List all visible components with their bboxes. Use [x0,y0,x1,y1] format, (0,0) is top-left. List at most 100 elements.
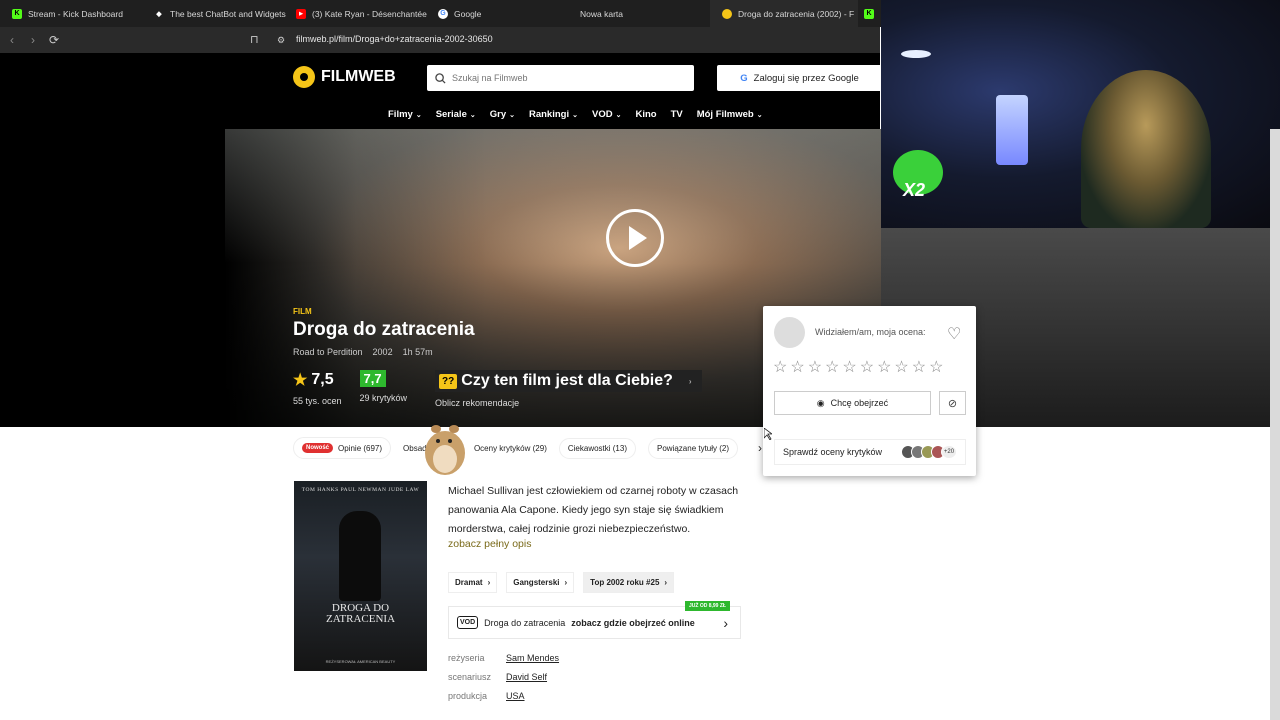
chevron-down-icon: ⌄ [415,112,422,119]
new-badge: Nowość [302,443,334,453]
more-count: +20 [941,445,957,459]
genre-tag-gangsterski[interactable]: Gangsterski › [506,572,575,593]
see-full-description-link[interactable]: zobacz pełny opis [448,538,531,550]
for-me-widget[interactable]: ?? Czy ten film jest dla Ciebie? › Oblicz … [435,370,702,408]
credit-director: reżyseria Sam Mendes [448,653,559,663]
play-icon [628,226,647,250]
kick-icon: K [12,8,22,19]
star-icon[interactable]: ☆ [877,357,891,377]
search-box[interactable] [427,65,694,91]
streamer-figure [1081,70,1211,228]
youtube-icon: ▶ [296,8,306,19]
nav-rankingi[interactable]: Rankingi ⌄ [529,109,578,120]
chevron-down-icon: ⌄ [756,112,763,119]
film-reel-icon [293,66,315,88]
credit-key: reżyseria [448,653,485,663]
want-to-watch-button[interactable]: ◉ Chcę obejrzeć [774,391,931,415]
credit-value-link[interactable]: USA [506,691,525,701]
genre-tag-dramat[interactable]: Dramat › [448,572,498,593]
tab-label: Ciekawostki (13) [567,443,627,453]
webcam-overlay: X2 [881,0,1280,228]
rating-card: Widziałem/am, moja ocena: ♡ ☆ ☆ ☆ ☆ ☆ ☆ ☆ ☆ ☆ ☆ ◉… [763,306,976,476]
for-me-sub: Oblicz rekomendacje [435,398,520,408]
duration: 1h 57m [402,347,433,357]
star-icon[interactable]: ☆ [894,357,908,377]
check-critics-button[interactable]: Sprawdź oceny krytyków +20 [774,439,966,465]
for-me-label: Czy ten film jest dla Ciebie? [461,372,673,389]
nav-tv[interactable]: TV [671,109,683,120]
star-icon[interactable]: ☆ [808,357,822,377]
star-icon[interactable]: ☆ [860,357,874,377]
film-meta: Road to Perdition 2002 1h 57m [293,347,433,357]
tab-label: Nowa karta [580,8,623,19]
filmweb-logo[interactable]: FILMWEB [293,66,396,88]
tab-kick-partial[interactable]: K [852,0,880,27]
trailer-play-button[interactable] [606,209,664,267]
vod-title: Droga do zatracenia [484,617,566,628]
back-icon[interactable]: ‹ [10,33,14,47]
star-icon[interactable]: ☆ [842,357,856,377]
star-icon[interactable]: ☆ [825,357,839,377]
diamond-icon: ◆ [156,10,162,18]
vod-price-badge: JUŻ OD 8,99 ZŁ [685,601,730,611]
tab-google[interactable]: G Google [426,0,574,27]
critics-check-label: Sprawdź oceny krytyków [783,447,883,457]
tab-powiazane[interactable]: Powiązane tytuły (2) [648,437,739,459]
poster-cast: TOM HANKS PAUL NEWMAN JUDE LAW [301,487,420,493]
scrollbar-track[interactable] [1270,129,1280,720]
star-icon[interactable]: ☆ [790,357,804,377]
address-bar: ‹ › ⟳ ⊓ ⚙ filmweb.pl/film/Droga+do+zatra… [0,27,880,53]
tab-oceny-krytykow[interactable]: Oceny krytyków (29) [474,444,547,453]
url-field[interactable]: filmweb.pl/film/Droga+do+zatracenia-2002… [296,34,493,44]
chevron-down-icon: ⌄ [615,112,622,119]
credit-key: scenariusz [448,672,492,682]
vod-link[interactable]: zobacz gdzie obejrzeć online [571,618,695,628]
google-login-button[interactable]: G Zaloguj się przez Google [717,65,882,91]
google-icon: G [438,8,448,19]
nav-kino[interactable]: Kino [635,109,656,120]
site-info-icon[interactable]: ⚙ [277,35,285,46]
nav-filmy[interactable]: Filmy ⌄ [388,109,422,120]
heart-icon[interactable]: ♡ [947,324,961,344]
tab-ciekawostki[interactable]: Ciekawostki (13) [558,437,636,459]
multiplier-text: X2 [903,180,926,200]
content-kind: FILM [293,307,312,316]
critic-avatars: +20 [901,445,957,459]
tab-opinie[interactable]: Nowość Opinie (697) [293,437,392,459]
star-icon[interactable]: ☆ [773,357,787,377]
eye-icon: ◉ [816,397,825,408]
nav-gry[interactable]: Gry ⌄ [490,109,515,120]
bookmark-icon[interactable]: ⊓ [250,33,259,46]
chevron-right-icon: › [723,614,728,631]
tab-label: (3) Kate Ryan - Désenchantée [312,8,427,19]
tab-new[interactable]: Nowa karta [568,0,716,27]
star-icon[interactable]: ☆ [912,357,926,377]
eye-off-icon: ⊘ [947,397,958,410]
tab-filmweb-active[interactable]: Droga do zatracenia (2002) - F [710,0,858,27]
credit-value-link[interactable]: David Self [506,672,547,682]
ranking-tag[interactable]: Top 2002 roku #25 › [583,572,675,593]
tab-youtube[interactable]: ▶ (3) Kate Ryan - Désenchantée [284,0,432,27]
nav-moj-filmweb[interactable]: Mój Filmweb ⌄ [697,109,763,120]
nav-seriale[interactable]: Seriale ⌄ [436,109,476,120]
genre-list: Dramat › Gangsterski › Top 2002 roku #25 › [448,572,675,593]
forward-icon[interactable]: › [31,33,35,47]
tab-kick-dashboard[interactable]: K Stream - Kick Dashboard [0,0,148,27]
search-input[interactable] [452,73,672,83]
credit-value-link[interactable]: Sam Mendes [506,653,559,663]
not-interested-button[interactable]: ⊘ [939,391,966,415]
star-icon[interactable]: ☆ [929,357,943,377]
film-poster[interactable]: TOM HANKS PAUL NEWMAN JUDE LAW DROGA DO Z… [294,481,427,671]
user-rating[interactable]: ★ 7,5 55 tys. ocen [293,370,342,408]
vod-icon: VOD [457,616,479,629]
tabs-next-button[interactable]: › [758,441,762,455]
chevron-down-icon: ⌄ [509,112,515,119]
question-badge-icon: ?? [439,373,458,389]
star-rating-input[interactable]: ☆ ☆ ☆ ☆ ☆ ☆ ☆ ☆ ☆ ☆ [773,357,943,377]
nav-vod[interactable]: VOD ⌄ [592,109,621,120]
reload-icon[interactable]: ⟳ [49,33,59,47]
poster-figure [339,511,381,601]
critics-rating[interactable]: 7,7 29 krytyków [359,370,407,408]
tab-chatbot[interactable]: ◆ The best ChatBot and Widgets [142,0,290,27]
user-rating-value: 7,5 [311,371,334,388]
